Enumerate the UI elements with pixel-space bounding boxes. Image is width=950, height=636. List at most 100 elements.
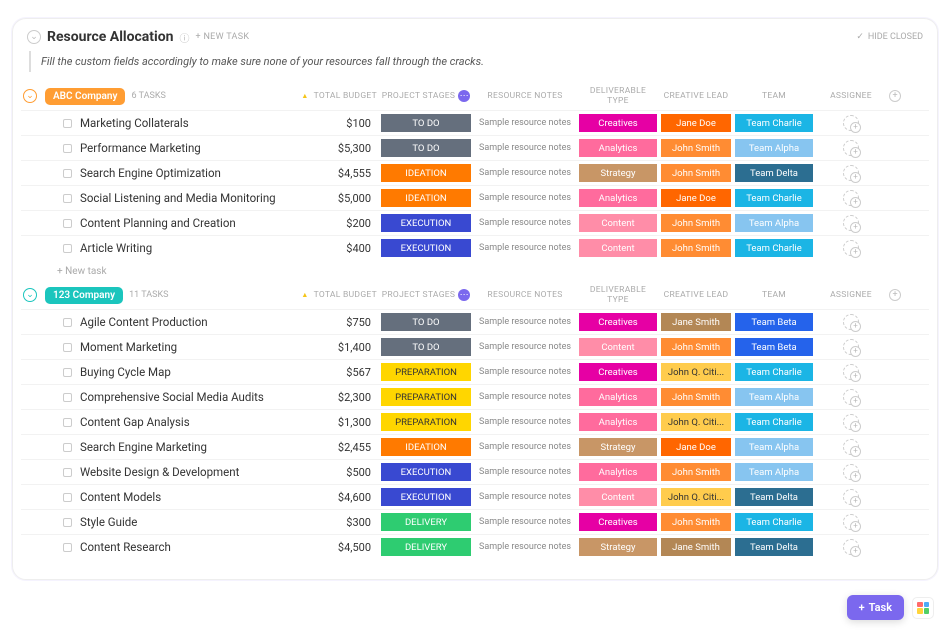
task-name[interactable]: Content Planning and Creation xyxy=(80,216,236,230)
task-assignee[interactable] xyxy=(817,240,885,256)
group-collapse-icon[interactable]: ⌄ xyxy=(23,288,37,302)
task-team[interactable]: Team Alpha xyxy=(735,463,813,481)
task-budget[interactable]: $2,455 xyxy=(299,441,377,454)
task-budget[interactable]: $4,500 xyxy=(299,541,377,554)
task-row[interactable]: Agile Content Production $750 TO DO Samp… xyxy=(21,309,929,334)
task-name[interactable]: Article Writing xyxy=(80,241,152,255)
task-name[interactable]: Website Design & Development xyxy=(80,465,239,479)
task-team[interactable]: Team Alpha xyxy=(735,139,813,157)
task-lead[interactable]: John Smith xyxy=(661,239,731,257)
task-stage[interactable]: TO DO xyxy=(381,313,471,331)
task-name[interactable]: Agile Content Production xyxy=(80,315,208,329)
task-assignee[interactable] xyxy=(817,389,885,405)
task-stage[interactable]: DELIVERY xyxy=(381,538,471,556)
task-stage[interactable]: IDEATION xyxy=(381,189,471,207)
task-notes[interactable]: Sample resource notes xyxy=(475,442,575,452)
task-status-icon[interactable] xyxy=(63,194,72,203)
task-status-icon[interactable] xyxy=(63,119,72,128)
task-deliverable[interactable]: Content xyxy=(579,214,657,232)
task-team[interactable]: Team Charlie xyxy=(735,413,813,431)
task-status-icon[interactable] xyxy=(63,169,72,178)
task-stage[interactable]: IDEATION xyxy=(381,164,471,182)
task-team[interactable]: Team Beta xyxy=(735,338,813,356)
hide-closed-toggle[interactable]: ✓ HIDE CLOSED xyxy=(856,32,923,42)
task-lead[interactable]: John Smith xyxy=(661,139,731,157)
task-team[interactable]: Team Charlie xyxy=(735,363,813,381)
add-assignee-icon[interactable] xyxy=(843,115,859,131)
add-column-icon[interactable]: + xyxy=(889,90,901,102)
task-deliverable[interactable]: Creatives xyxy=(579,313,657,331)
task-budget[interactable]: $2,300 xyxy=(299,391,377,404)
task-row[interactable]: Marketing Collaterals $100 TO DO Sample … xyxy=(21,110,929,135)
task-team[interactable]: Team Delta xyxy=(735,488,813,506)
task-assignee[interactable] xyxy=(817,464,885,480)
task-deliverable[interactable]: Strategy xyxy=(579,538,657,556)
task-team[interactable]: Team Alpha xyxy=(735,388,813,406)
task-notes[interactable]: Sample resource notes xyxy=(475,392,575,402)
add-assignee-icon[interactable] xyxy=(843,439,859,455)
task-status-icon[interactable] xyxy=(63,543,72,552)
task-team[interactable]: Team Charlie xyxy=(735,239,813,257)
group-collapse-icon[interactable]: ⌄ xyxy=(23,89,37,103)
add-assignee-icon[interactable] xyxy=(843,464,859,480)
task-deliverable[interactable]: Creatives xyxy=(579,114,657,132)
task-notes[interactable]: Sample resource notes xyxy=(475,517,575,527)
task-notes[interactable]: Sample resource notes xyxy=(475,367,575,377)
task-notes[interactable]: Sample resource notes xyxy=(475,243,575,253)
task-assignee[interactable] xyxy=(817,514,885,530)
task-lead[interactable]: John Q. Citi... xyxy=(661,413,731,431)
task-budget[interactable]: $200 xyxy=(299,217,377,230)
add-assignee-icon[interactable] xyxy=(843,314,859,330)
task-lead[interactable]: Jane Smith xyxy=(661,313,731,331)
task-status-icon[interactable] xyxy=(63,443,72,452)
task-budget[interactable]: $5,300 xyxy=(299,142,377,155)
task-deliverable[interactable]: Strategy xyxy=(579,438,657,456)
task-budget[interactable]: $500 xyxy=(299,466,377,479)
task-assignee[interactable] xyxy=(817,439,885,455)
task-name[interactable]: Search Engine Marketing xyxy=(80,440,207,454)
task-assignee[interactable] xyxy=(817,190,885,206)
task-lead[interactable]: John Q. Citi... xyxy=(661,363,731,381)
task-status-icon[interactable] xyxy=(63,368,72,377)
group-title[interactable]: 123 Company 11 TASKS xyxy=(45,287,295,304)
task-assignee[interactable] xyxy=(817,165,885,181)
task-row[interactable]: Content Models $4,600 EXECUTION Sample r… xyxy=(21,484,929,509)
task-notes[interactable]: Sample resource notes xyxy=(475,342,575,352)
task-lead[interactable]: Jane Doe xyxy=(661,189,731,207)
task-lead[interactable]: Jane Smith xyxy=(661,538,731,556)
task-assignee[interactable] xyxy=(817,339,885,355)
task-lead[interactable]: John Smith xyxy=(661,338,731,356)
task-stage[interactable]: EXECUTION xyxy=(381,488,471,506)
add-assignee-icon[interactable] xyxy=(843,364,859,380)
task-assignee[interactable] xyxy=(817,140,885,156)
task-row[interactable]: Performance Marketing $5,300 TO DO Sampl… xyxy=(21,135,929,160)
task-lead[interactable]: John Smith xyxy=(661,463,731,481)
task-status-icon[interactable] xyxy=(63,219,72,228)
task-name[interactable]: Content Gap Analysis xyxy=(80,415,190,429)
task-deliverable[interactable]: Analytics xyxy=(579,139,657,157)
task-name[interactable]: Style Guide xyxy=(80,515,137,529)
task-notes[interactable]: Sample resource notes xyxy=(475,542,575,552)
task-stage[interactable]: TO DO xyxy=(381,338,471,356)
task-deliverable[interactable]: Analytics xyxy=(579,189,657,207)
task-budget[interactable]: $1,400 xyxy=(299,341,377,354)
column-team[interactable]: TEAM xyxy=(735,91,813,101)
task-stage[interactable]: EXECUTION xyxy=(381,463,471,481)
task-notes[interactable]: Sample resource notes xyxy=(475,143,575,153)
task-team[interactable]: Team Charlie xyxy=(735,189,813,207)
add-column-icon[interactable]: + xyxy=(889,289,901,301)
task-assignee[interactable] xyxy=(817,489,885,505)
column-budget[interactable]: TOTAL BUDGET xyxy=(299,91,377,101)
task-budget[interactable]: $400 xyxy=(299,242,377,255)
task-deliverable[interactable]: Creatives xyxy=(579,363,657,381)
task-status-icon[interactable] xyxy=(63,318,72,327)
task-stage[interactable]: DELIVERY xyxy=(381,513,471,531)
task-budget[interactable]: $300 xyxy=(299,516,377,529)
task-deliverable[interactable]: Analytics xyxy=(579,388,657,406)
task-deliverable[interactable]: Creatives xyxy=(579,513,657,531)
task-status-icon[interactable] xyxy=(63,518,72,527)
task-row[interactable]: Social Listening and Media Monitoring $5… xyxy=(21,185,929,210)
task-team[interactable]: Team Charlie xyxy=(735,513,813,531)
task-lead[interactable]: Jane Doe xyxy=(661,114,731,132)
task-row[interactable]: Buying Cycle Map $567 PREPARATION Sample… xyxy=(21,359,929,384)
